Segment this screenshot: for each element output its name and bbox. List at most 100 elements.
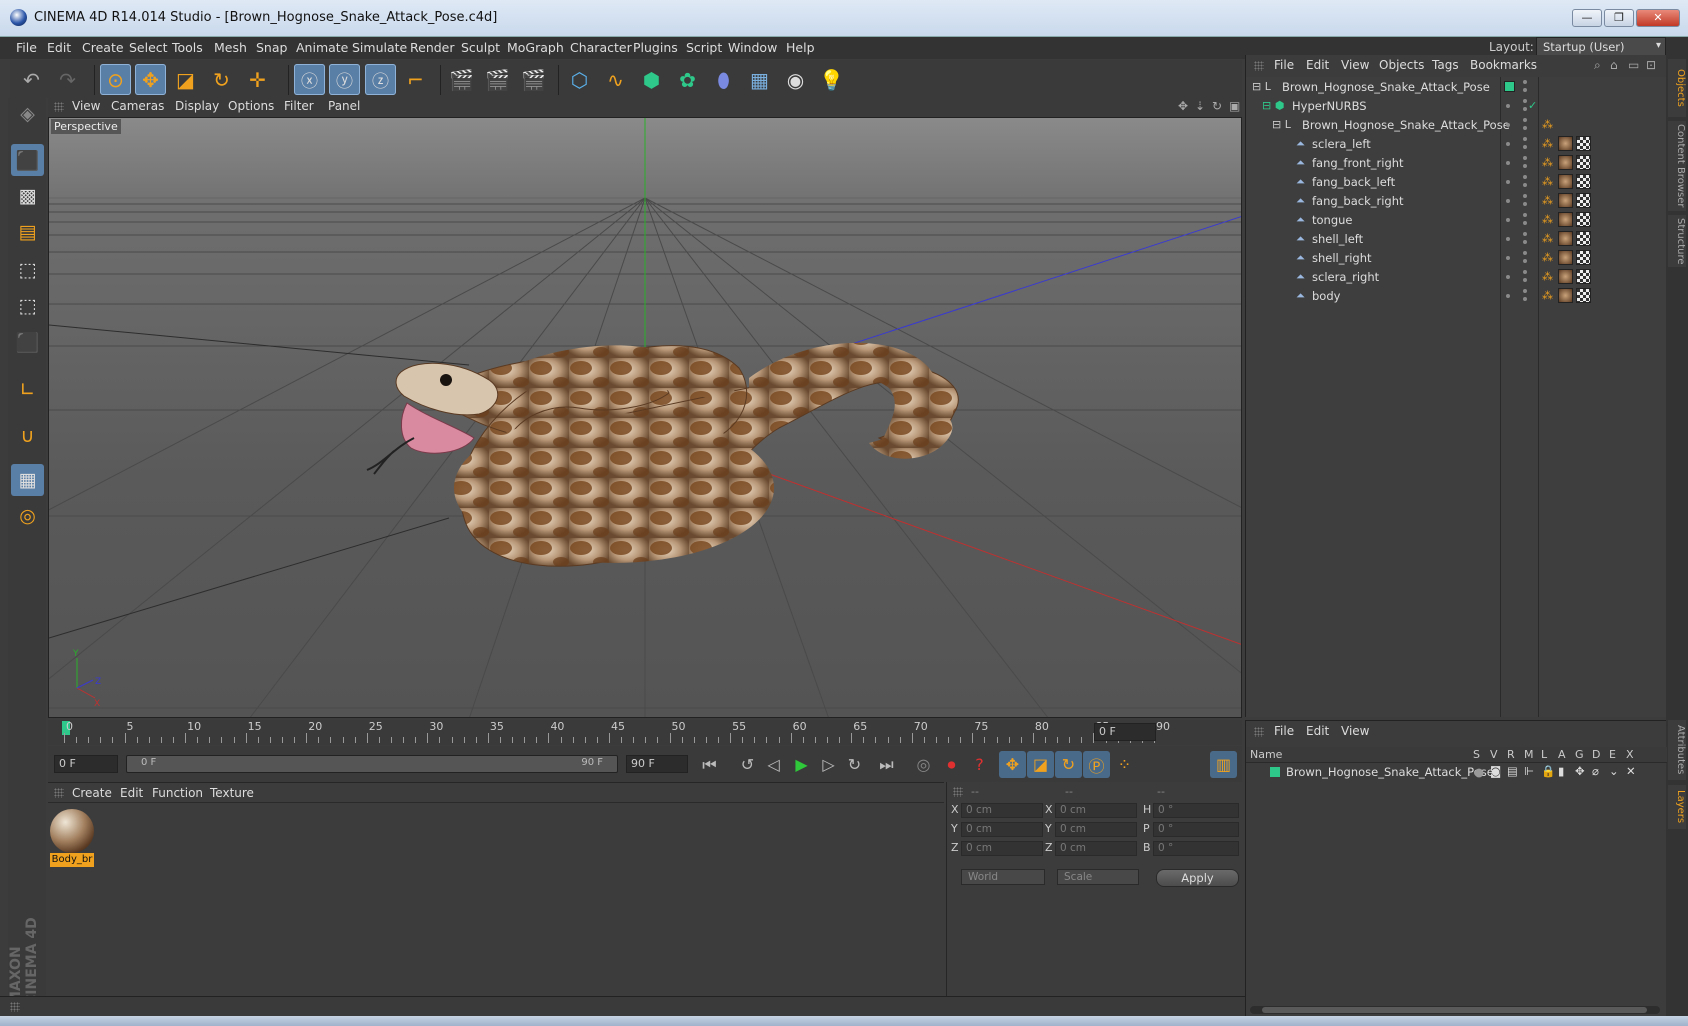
autokey-icon[interactable]: ⏺ bbox=[938, 751, 965, 778]
phong-tag-icon[interactable]: ⁂ bbox=[1542, 213, 1553, 226]
rotation-b-field[interactable]: 0 ° bbox=[1153, 841, 1239, 856]
viewport-maximize-icon[interactable]: ▣ bbox=[1229, 99, 1240, 113]
material-tag-icon[interactable] bbox=[1558, 231, 1573, 246]
render-settings-icon[interactable]: 🎬 bbox=[518, 64, 549, 95]
material-tag-icon[interactable] bbox=[1558, 212, 1573, 227]
phong-tag-icon[interactable]: ⁂ bbox=[1542, 232, 1553, 245]
object-row[interactable]: ⏶ fang_back_left ⁂ bbox=[1246, 172, 1667, 192]
render-view-icon[interactable]: 🎬 bbox=[446, 64, 477, 95]
menu-snap[interactable]: Snap bbox=[256, 40, 287, 55]
tab-structure[interactable]: Structure bbox=[1668, 215, 1686, 267]
phong-tag-icon[interactable]: ⁂ bbox=[1542, 118, 1553, 131]
home-icon[interactable]: ⌂ bbox=[1610, 58, 1618, 72]
layer-expressions-icon[interactable]: ⌄ bbox=[1609, 764, 1619, 778]
3d-viewport[interactable]: Y X Z Perspective bbox=[48, 117, 1242, 718]
tab-objects[interactable]: Objects bbox=[1668, 59, 1686, 117]
layer-menu-file[interactable]: File bbox=[1274, 724, 1294, 738]
go-to-end-icon[interactable]: ⏭ bbox=[873, 751, 900, 778]
viewport-menu-cameras[interactable]: Cameras bbox=[111, 99, 164, 113]
phong-tag-icon[interactable]: ⁂ bbox=[1542, 289, 1553, 302]
uvw-tag-icon[interactable] bbox=[1576, 155, 1591, 170]
record-keys-icon[interactable]: ◎ bbox=[910, 751, 937, 778]
edges-mode-icon[interactable]: ⬚ bbox=[11, 290, 44, 322]
workplane-mode-icon[interactable]: ▤ bbox=[11, 216, 44, 248]
tab-attributes[interactable]: Attributes bbox=[1668, 720, 1686, 780]
timeline-window-icon[interactable]: ▥ bbox=[1210, 751, 1237, 778]
material-menu-function[interactable]: Function bbox=[152, 786, 203, 800]
menu-create[interactable]: Create bbox=[82, 40, 124, 55]
y-axis-lock-icon[interactable]: ⓨ bbox=[329, 64, 360, 95]
menu-mesh[interactable]: Mesh bbox=[214, 40, 247, 55]
key-position-icon[interactable]: ✥ bbox=[999, 751, 1026, 778]
enabled-check-icon[interactable]: ✓ bbox=[1528, 99, 1537, 112]
position-x-field[interactable]: 0 cm bbox=[961, 803, 1043, 818]
axis-mode-icon[interactable]: ∟ bbox=[11, 374, 44, 406]
viewport-menu-view[interactable]: View bbox=[72, 99, 100, 113]
spline-icon[interactable]: ∿ bbox=[600, 64, 631, 95]
uvw-tag-icon[interactable] bbox=[1576, 174, 1591, 189]
layer-row[interactable]: Brown_Hognose_Snake_Attack_Pose ● ◙ ▤ ⊩ … bbox=[1246, 763, 1667, 781]
make-editable-icon[interactable]: ◈ bbox=[11, 98, 44, 130]
end-frame-field[interactable]: 90 F bbox=[626, 755, 688, 773]
snap-icon[interactable]: ◎ bbox=[11, 500, 44, 532]
camera-icon[interactable]: ◉ bbox=[780, 64, 811, 95]
material-menu-texture[interactable]: Texture bbox=[210, 786, 254, 800]
material-tag-icon[interactable] bbox=[1558, 288, 1573, 303]
key-scale-icon[interactable]: ◪ bbox=[1027, 751, 1054, 778]
menu-render[interactable]: Render bbox=[410, 40, 455, 55]
layer-generators-icon[interactable]: ✥ bbox=[1575, 764, 1585, 778]
z-axis-lock-icon[interactable]: ⓩ bbox=[365, 64, 396, 95]
render-picture-viewer-icon[interactable]: 🎬 bbox=[482, 64, 513, 95]
previous-key-icon[interactable]: ↺ bbox=[734, 751, 761, 778]
material-tag-icon[interactable] bbox=[1558, 269, 1573, 284]
layer-deformers-icon[interactable]: ⌀ bbox=[1592, 764, 1599, 778]
object-row[interactable]: ⏶ sclera_right ⁂ bbox=[1246, 267, 1667, 287]
size-y-field[interactable]: 0 cm bbox=[1055, 822, 1137, 837]
cube-object-icon[interactable]: ⬡ bbox=[564, 64, 595, 95]
object-menu-file[interactable]: File bbox=[1274, 58, 1294, 72]
menu-window[interactable]: Window bbox=[728, 40, 777, 55]
layer-menu-view[interactable]: View bbox=[1341, 724, 1369, 738]
position-y-field[interactable]: 0 cm bbox=[961, 822, 1043, 837]
object-row[interactable]: ⏶ shell_right ⁂ bbox=[1246, 248, 1667, 268]
material-tag-icon[interactable] bbox=[1558, 250, 1573, 265]
next-frame-icon[interactable]: ▷ bbox=[815, 751, 842, 778]
material-tag-icon[interactable] bbox=[1558, 136, 1573, 151]
uvw-tag-icon[interactable] bbox=[1576, 231, 1591, 246]
menu-animate[interactable]: Animate bbox=[296, 40, 348, 55]
layer-animation-icon[interactable]: ▮ bbox=[1558, 764, 1564, 778]
menu-plugins[interactable]: Plugins bbox=[633, 40, 678, 55]
menu-select[interactable]: Select bbox=[129, 40, 168, 55]
workplane-lock-icon[interactable]: ▦ bbox=[11, 464, 44, 496]
layer-render-icon[interactable]: ▤ bbox=[1507, 764, 1518, 778]
start-frame-field[interactable]: 0 F bbox=[54, 755, 118, 773]
move-icon[interactable]: ✥ bbox=[135, 64, 166, 95]
object-row[interactable]: ⏶ sclera_left ⁂ bbox=[1246, 134, 1667, 154]
nurbs-icon[interactable]: ⬢ bbox=[636, 64, 667, 95]
object-menu-view[interactable]: View bbox=[1341, 58, 1369, 72]
menu-simulate[interactable]: Simulate bbox=[352, 40, 407, 55]
viewport-rotate-icon[interactable]: ↻ bbox=[1212, 99, 1222, 113]
object-menu-bookmarks[interactable]: Bookmarks bbox=[1470, 58, 1537, 72]
key-rotation-icon[interactable]: ↻ bbox=[1055, 751, 1082, 778]
viewport-zoom-icon[interactable]: ⇣ bbox=[1195, 99, 1205, 113]
search-icon[interactable]: ⌕ bbox=[1594, 58, 1601, 73]
layer-view-icon[interactable]: ◙ bbox=[1490, 764, 1501, 778]
object-row[interactable]: ⏶ fang_back_right ⁂ bbox=[1246, 191, 1667, 211]
add-transform-icon[interactable]: ✛ bbox=[242, 64, 273, 95]
viewport-menu-filter[interactable]: Filter bbox=[284, 99, 314, 113]
material-swatch[interactable]: Body_br bbox=[50, 809, 94, 867]
object-row[interactable]: ⊟ ⬢ HyperNURBS ✓ bbox=[1246, 96, 1667, 116]
menu-help[interactable]: Help bbox=[786, 40, 815, 55]
uvw-tag-icon[interactable] bbox=[1576, 193, 1591, 208]
material-tag-icon[interactable] bbox=[1558, 155, 1573, 170]
object-menu-objects[interactable]: Objects bbox=[1379, 58, 1424, 72]
points-mode-icon[interactable]: ⬚ bbox=[11, 254, 44, 286]
material-tag-icon[interactable] bbox=[1558, 193, 1573, 208]
layer-menu-edit[interactable]: Edit bbox=[1306, 724, 1329, 738]
collapse-icon[interactable]: ▭ bbox=[1628, 58, 1639, 72]
coordinate-mode-dropdown[interactable]: Scale bbox=[1057, 869, 1139, 885]
object-row[interactable]: ⊟ L Brown_Hognose_Snake_Attack_Pose ⁂ bbox=[1246, 115, 1667, 135]
menu-mograph[interactable]: MoGraph bbox=[507, 40, 564, 55]
layer-manager-icon[interactable]: ⊩ bbox=[1524, 764, 1534, 778]
